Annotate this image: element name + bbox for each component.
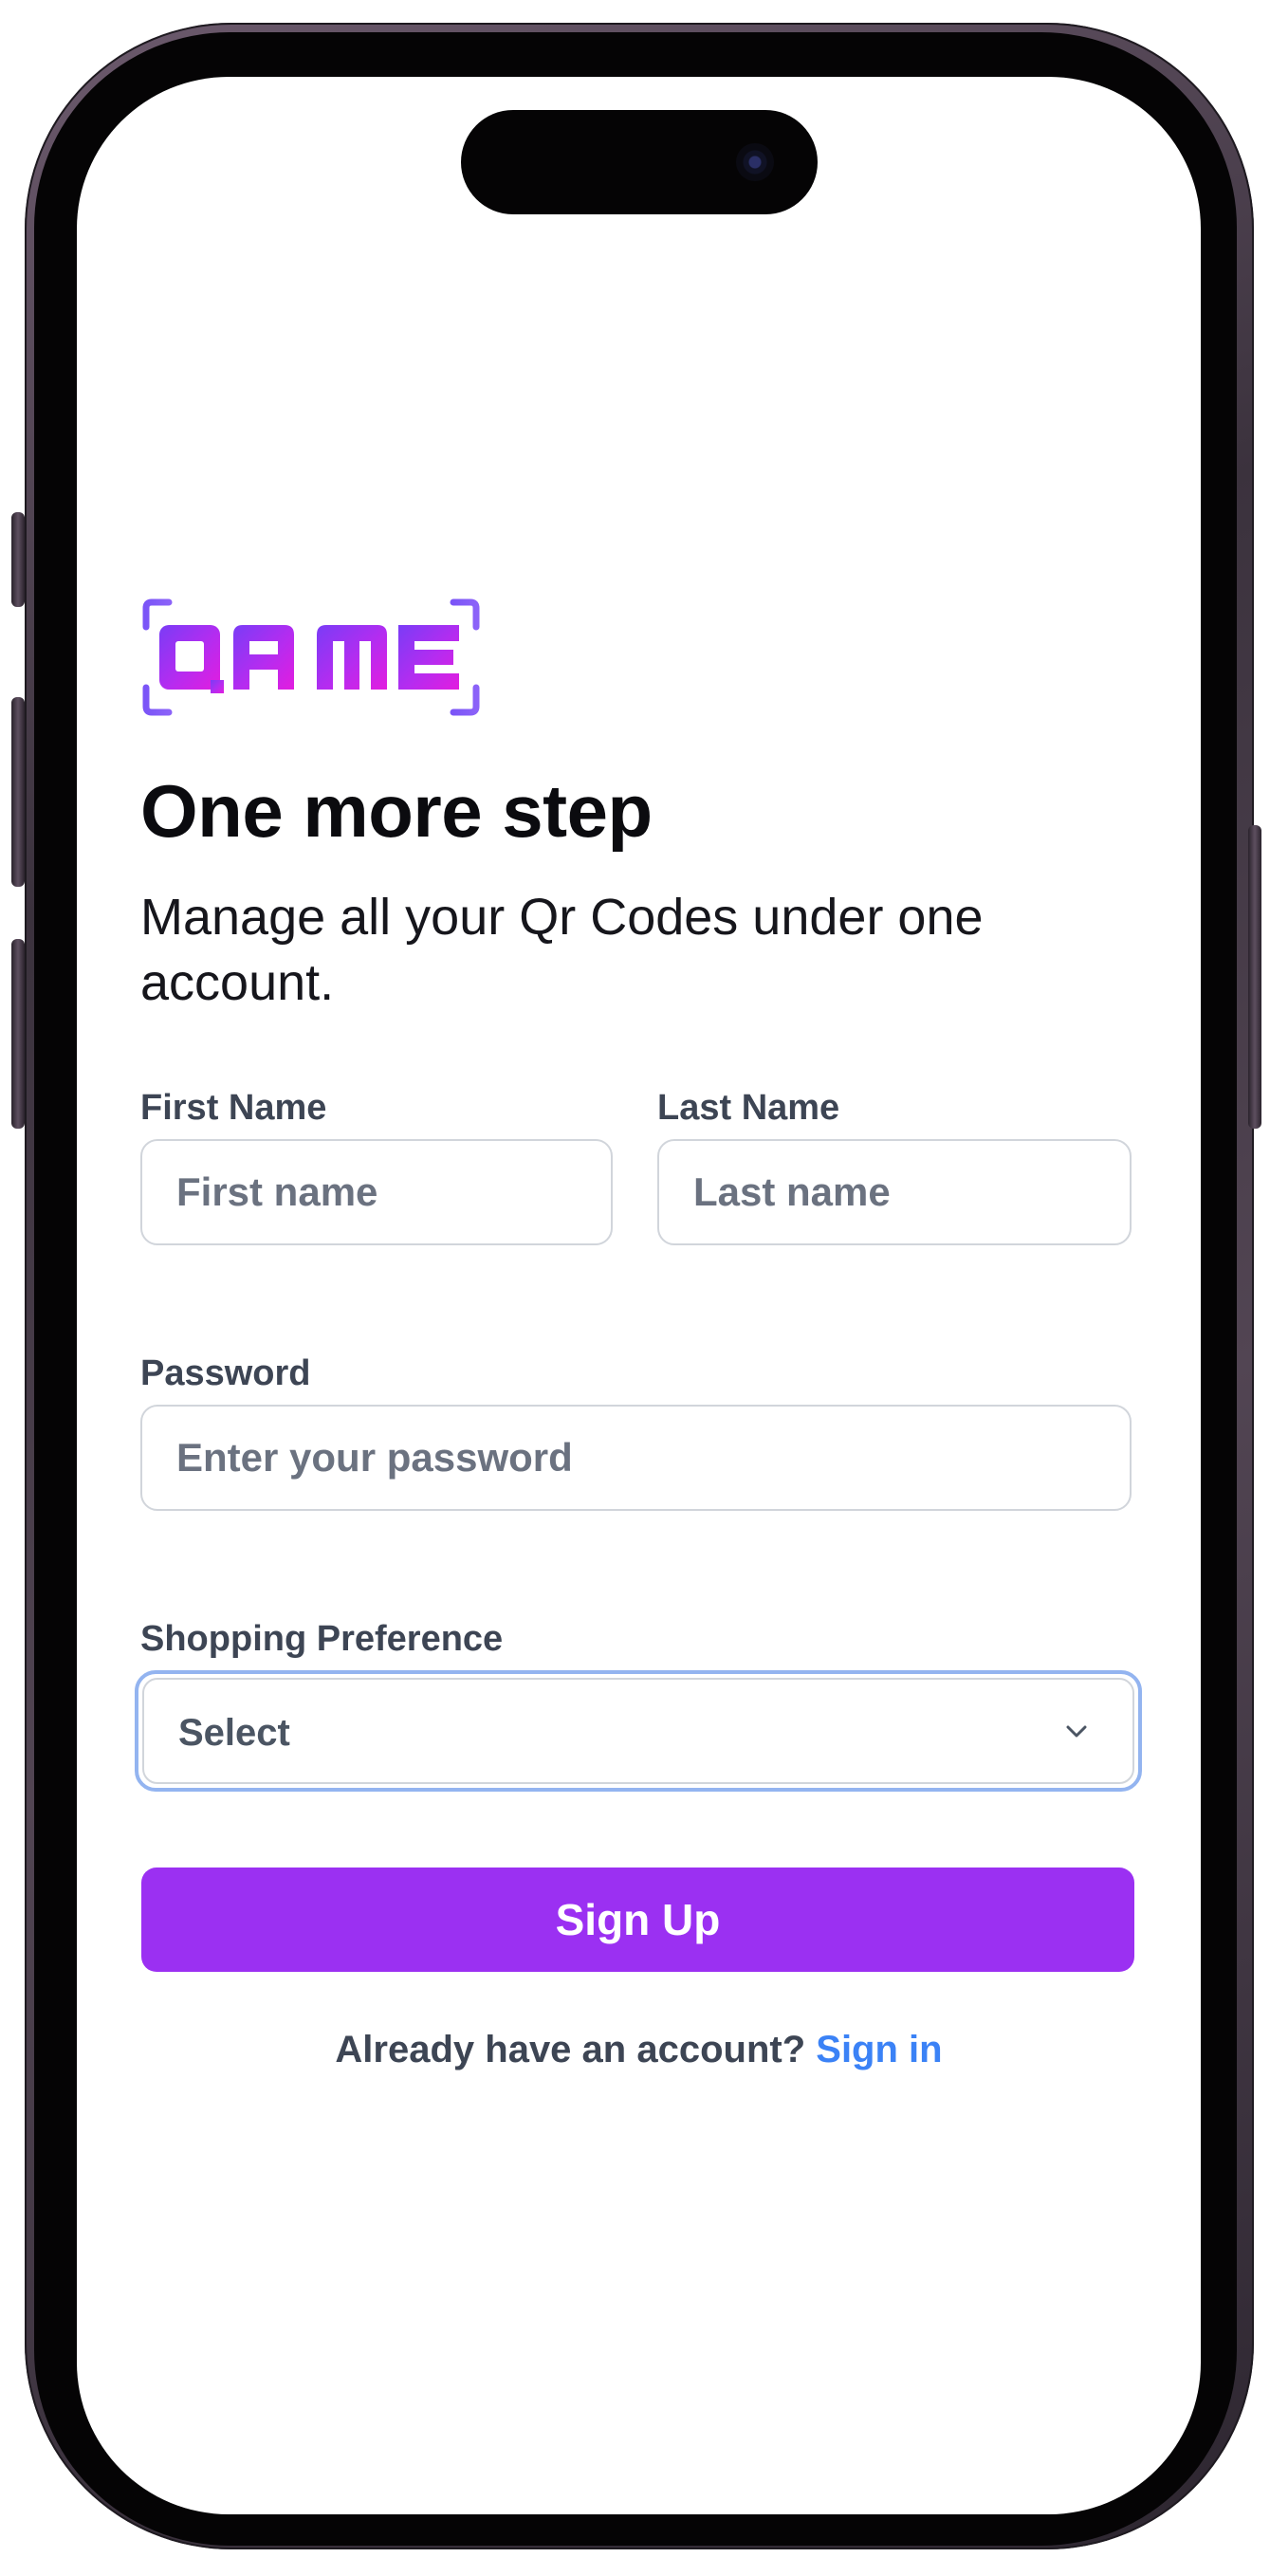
select-value: Select: [178, 1712, 290, 1754]
page-title: One more step: [140, 769, 653, 853]
action-button[interactable]: [11, 512, 25, 607]
shopping-preference-select[interactable]: Select: [135, 1670, 1142, 1792]
volume-down-button[interactable]: [11, 939, 25, 1129]
signin-prompt: Already have an account? Sign in: [77, 2029, 1201, 2071]
last-name-input[interactable]: [657, 1139, 1132, 1245]
dynamic-island: [461, 110, 818, 214]
chevron-down-icon: [1066, 1725, 1087, 1738]
sign-in-link[interactable]: Sign in: [816, 2029, 942, 2070]
screen: One more step Manage all your Qr Codes u…: [77, 77, 1201, 2514]
page-subtitle: Manage all your Qr Codes under one accou…: [140, 889, 984, 1012]
shopping-preference-label: Shopping Preference: [140, 1619, 504, 1659]
power-button[interactable]: [1248, 825, 1261, 1129]
first-name-input[interactable]: [140, 1139, 613, 1245]
select-field-border: Select: [142, 1678, 1134, 1784]
volume-up-button[interactable]: [11, 697, 25, 887]
device-stage: One more step Manage all your Qr Codes u…: [0, 0, 1270, 2576]
password-label: Password: [140, 1353, 311, 1393]
password-input[interactable]: [140, 1405, 1132, 1511]
first-name-label: First Name: [140, 1088, 327, 1128]
sign-up-button[interactable]: Sign Up: [141, 1868, 1134, 1972]
app-logo: [142, 598, 480, 716]
signin-prompt-text: Already have an account?: [335, 2029, 806, 2070]
camera-icon: [736, 143, 774, 181]
last-name-label: Last Name: [657, 1088, 840, 1128]
